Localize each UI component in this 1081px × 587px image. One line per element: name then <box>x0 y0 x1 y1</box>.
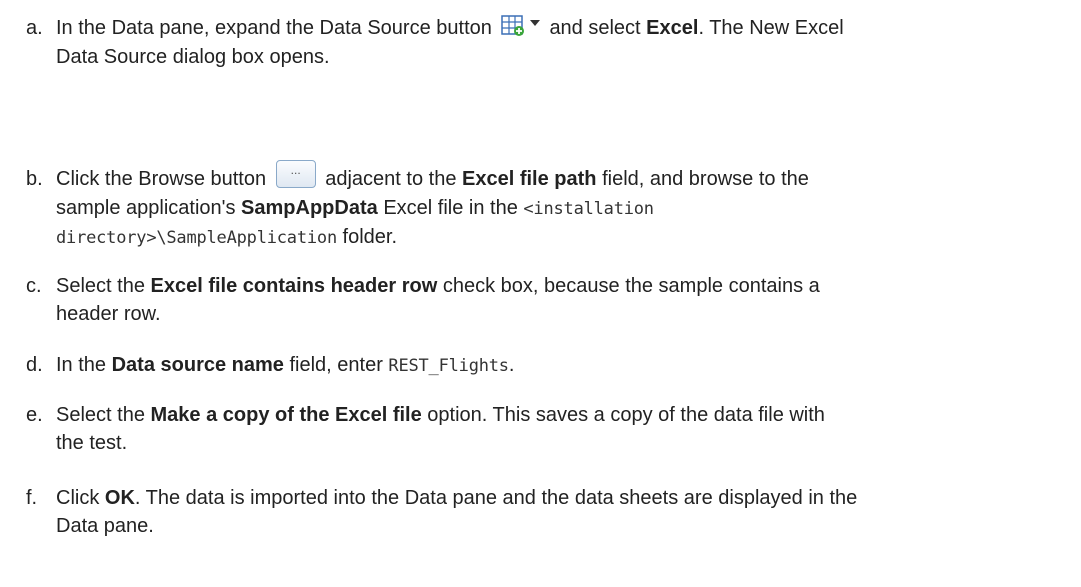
step-a-line-2: Data Source dialog box opens. <box>56 45 330 68</box>
dropdown-arrow-icon <box>530 19 541 26</box>
step-e-line-1: Select the Make a copy of the Excel file… <box>56 404 825 426</box>
bold-term: OK <box>104 487 135 509</box>
step-f-line-1: Click OK. The data is imported into the … <box>56 487 858 509</box>
step-letter: e. <box>26 404 43 426</box>
bold-term: Excel file contains header row <box>150 275 438 297</box>
code-text: <installation <box>523 198 654 219</box>
bold-term: Make a copy of the Excel file <box>150 404 422 426</box>
step-a-line-1: In the Data pane, expand the Data Source… <box>56 14 1066 43</box>
step-d: d. In the Data source name field, enter … <box>26 351 1066 380</box>
step-b-line-1: Click the Browse button ... adjacent to … <box>56 159 1066 194</box>
browse-button-image: ... <box>275 159 316 188</box>
step-letter: b. <box>26 168 43 190</box>
bold-term: Data source name <box>111 354 284 376</box>
step-e-line-2: the test. <box>56 432 128 454</box>
step-b-line-3: directory>\SampleApplication folder. <box>56 225 398 248</box>
step-b-line-2: sample application's SampAppData Excel f… <box>56 196 654 219</box>
step-letter: c. <box>26 275 42 297</box>
step-c: c. Select the Excel file contains header… <box>26 272 1066 328</box>
instruction-steps: a. In the Data pane, expand the Data Sou… <box>0 0 1081 587</box>
step-b: b. Click the Browse button ... adjacent … <box>26 159 1066 252</box>
bold-term: SampAppData <box>241 196 378 219</box>
code-text: directory>\SampleApplication <box>56 227 337 248</box>
step-c-line-1: Select the Excel file contains header ro… <box>56 275 820 297</box>
step-letter: d. <box>26 354 43 376</box>
step-f-line-2: Data pane. <box>56 515 154 537</box>
step-f: f. Click OK. The data is imported into t… <box>26 484 1066 540</box>
step-letter: a. <box>26 17 43 39</box>
data-source-grid-plus-icon <box>501 12 545 40</box>
step-d-line-1: In the Data source name field, enter RES… <box>56 354 515 376</box>
code-text: REST_Flights <box>388 356 509 376</box>
step-letter: f. <box>26 487 38 509</box>
bold-term: Excel <box>646 17 699 39</box>
step-a: a. In the Data pane, expand the Data Sou… <box>26 14 1066 71</box>
step-c-line-2: header row. <box>56 303 161 325</box>
step-e: e. Select the Make a copy of the Excel f… <box>26 401 1066 457</box>
bold-term: Excel file path <box>462 168 597 190</box>
